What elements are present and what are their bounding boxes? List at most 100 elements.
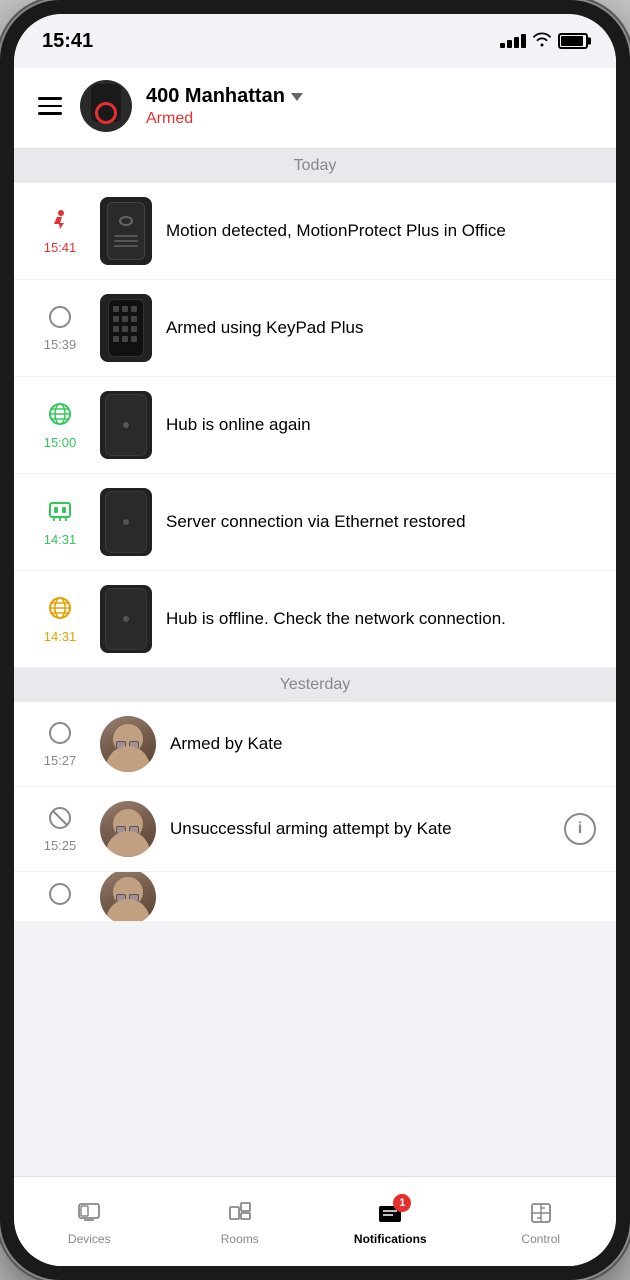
notif-icon-time-1: 15:41 bbox=[34, 207, 86, 255]
section-header-yesterday: Yesterday bbox=[14, 668, 616, 702]
notif-item-armed-kate[interactable]: 15:27 Armed by Kate bbox=[14, 702, 616, 787]
sensor-lines bbox=[114, 235, 138, 247]
notif-time-4: 14:31 bbox=[44, 532, 77, 547]
notif-item-partial[interactable] bbox=[14, 872, 616, 922]
ban-icon bbox=[48, 806, 72, 835]
notifications-badge: 1 bbox=[393, 1194, 411, 1212]
hub-dot bbox=[123, 422, 129, 428]
person-face-2 bbox=[100, 801, 156, 857]
notif-time-1: 15:41 bbox=[44, 240, 77, 255]
person-body-3 bbox=[106, 899, 150, 923]
sensor-eye bbox=[119, 216, 133, 226]
bottom-nav: Devices Rooms bbox=[14, 1176, 616, 1266]
person-face-3 bbox=[100, 872, 156, 922]
globe-yellow-icon bbox=[47, 595, 73, 626]
wifi-icon bbox=[532, 31, 552, 52]
person-avatar-kate-1 bbox=[100, 716, 156, 772]
keypad-shape bbox=[108, 299, 144, 357]
device-image-motion bbox=[100, 197, 152, 265]
device-image-hub-1 bbox=[100, 391, 152, 459]
notif-item-hub-offline[interactable]: 14:31 Hub is offline. Check the network … bbox=[14, 571, 616, 668]
notifications-icon: 1 bbox=[375, 1198, 405, 1228]
hub-shape-1 bbox=[105, 394, 147, 456]
notif-icon-time-8 bbox=[34, 882, 86, 911]
device-image-keypad bbox=[100, 294, 152, 362]
phone-frame: 15:41 bbox=[0, 0, 630, 1280]
notif-icon-time-5: 14:31 bbox=[34, 595, 86, 644]
device-image-hub-2 bbox=[100, 488, 152, 556]
status-icons bbox=[500, 31, 588, 52]
notif-text-4: Server connection via Ethernet restored bbox=[166, 511, 596, 534]
hub-shape-2 bbox=[105, 491, 147, 553]
person-avatar-3 bbox=[100, 872, 156, 922]
notif-icon-time-7: 15:25 bbox=[34, 806, 86, 853]
notif-text-1: Motion detected, MotionProtect Plus in O… bbox=[166, 220, 596, 243]
nav-label-rooms: Rooms bbox=[221, 1232, 259, 1246]
control-icon bbox=[526, 1198, 556, 1228]
content-scroll: Today 15:41 bbox=[14, 149, 616, 1176]
notif-text-6: Armed by Kate bbox=[170, 733, 596, 756]
person-face-1 bbox=[100, 716, 156, 772]
info-button[interactable]: i bbox=[564, 813, 596, 845]
notif-time-3: 15:00 bbox=[44, 435, 77, 450]
hub-dot-3 bbox=[123, 616, 129, 622]
notif-item-hub-online[interactable]: 15:00 Hub is online again bbox=[14, 377, 616, 474]
location-name: 400 Manhattan bbox=[146, 85, 285, 108]
nav-item-control[interactable]: Control bbox=[466, 1177, 617, 1256]
device-image-hub-3 bbox=[100, 585, 152, 653]
location-selector[interactable]: 400 Manhattan bbox=[146, 85, 596, 108]
circle-icon-6 bbox=[48, 721, 72, 750]
nav-item-devices[interactable]: Devices bbox=[14, 1177, 165, 1256]
notif-item-ethernet[interactable]: 14:31 Server connection via Ethernet res… bbox=[14, 474, 616, 571]
motion-sensor-shape bbox=[107, 202, 145, 260]
phone-screen: 15:41 bbox=[14, 14, 616, 1266]
notif-item-motion-detected[interactable]: 15:41 Motion detected, MotionProtect Plu… bbox=[14, 183, 616, 280]
status-bar: 15:41 bbox=[14, 14, 616, 68]
notif-text-3: Hub is online again bbox=[166, 414, 596, 437]
person-body-2 bbox=[106, 831, 150, 857]
devices-icon bbox=[74, 1198, 104, 1228]
section-header-today: Today bbox=[14, 149, 616, 183]
hub-circle bbox=[95, 102, 117, 124]
globe-green-icon bbox=[47, 401, 73, 432]
header-info: 400 Manhattan Armed bbox=[146, 85, 596, 128]
app-header: 400 Manhattan Armed bbox=[14, 68, 616, 149]
hub-shape-3 bbox=[105, 588, 147, 650]
notif-time-6: 15:27 bbox=[44, 753, 77, 768]
person-body-1 bbox=[106, 746, 150, 772]
rooms-icon bbox=[225, 1198, 255, 1228]
notif-time-2: 15:39 bbox=[44, 337, 77, 352]
notif-time-7: 15:25 bbox=[44, 838, 77, 853]
menu-line-1 bbox=[38, 97, 62, 100]
motion-icon bbox=[47, 207, 73, 237]
menu-button[interactable] bbox=[34, 93, 66, 119]
ethernet-icon bbox=[47, 498, 73, 529]
notif-time-5: 14:31 bbox=[44, 629, 77, 644]
notif-item-unsuccessful[interactable]: 15:25 Unsuccessful arming attempt by Kat bbox=[14, 787, 616, 872]
notif-icon-time-4: 14:31 bbox=[34, 498, 86, 547]
menu-line-3 bbox=[38, 112, 62, 115]
hub-avatar bbox=[80, 80, 132, 132]
nav-label-control: Control bbox=[521, 1232, 560, 1246]
hub-dot-2 bbox=[123, 519, 129, 525]
nav-item-rooms[interactable]: Rooms bbox=[165, 1177, 316, 1256]
notif-text-5: Hub is offline. Check the network connec… bbox=[166, 608, 596, 631]
battery-icon bbox=[558, 33, 588, 49]
notif-text-7: Unsuccessful arming attempt by Kate bbox=[170, 818, 550, 841]
status-time: 15:41 bbox=[42, 30, 93, 53]
notif-text-2: Armed using KeyPad Plus bbox=[166, 317, 596, 340]
nav-label-notifications: Notifications bbox=[354, 1232, 427, 1246]
circle-icon-2 bbox=[48, 305, 72, 334]
notif-item-armed-keypad[interactable]: 15:39 bbox=[14, 280, 616, 377]
nav-item-notifications[interactable]: 1 Notifications bbox=[315, 1177, 466, 1256]
circle-icon-8 bbox=[48, 882, 72, 911]
notif-icon-time-3: 15:00 bbox=[34, 401, 86, 450]
armed-status: Armed bbox=[146, 110, 596, 128]
person-avatar-kate-2 bbox=[100, 801, 156, 857]
chevron-down-icon bbox=[291, 93, 303, 101]
notif-icon-time-6: 15:27 bbox=[34, 721, 86, 768]
nav-label-devices: Devices bbox=[68, 1232, 111, 1246]
notif-icon-time-2: 15:39 bbox=[34, 305, 86, 352]
signal-icon bbox=[500, 34, 526, 48]
menu-line-2 bbox=[38, 105, 62, 108]
